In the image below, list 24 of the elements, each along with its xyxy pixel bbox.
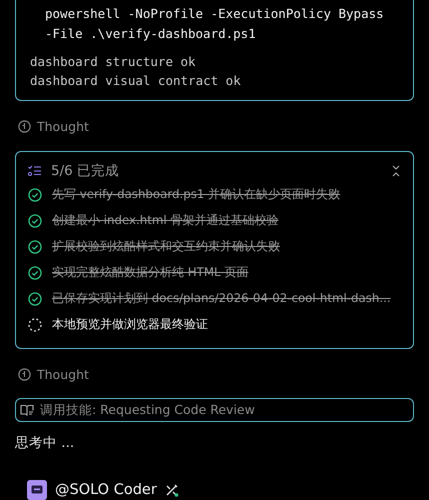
agent-name[interactable]: @SOLO Coder bbox=[55, 482, 157, 498]
todo-item: 创建最小 index.html 骨架并通过基础校验 bbox=[52, 212, 278, 229]
thought-label[interactable]: Thought bbox=[37, 119, 89, 134]
checklist-icon bbox=[28, 164, 41, 177]
thinking-status: 思考中 ... bbox=[15, 434, 76, 452]
book-icon bbox=[20, 404, 34, 416]
thought-icon bbox=[18, 120, 31, 134]
todo-item: 扩展校验到炫酷样式和交互约束并确认失败 bbox=[52, 238, 280, 255]
todo-item: 先写 verify-dashboard.ps1 并确认在缺少页面时失败 bbox=[52, 186, 340, 203]
output-line: dashboard visual contract ok bbox=[30, 72, 242, 90]
todo-item: 已保存实现计划到 docs/plans/2026-04-02-cool-html-dash... bbox=[52, 290, 391, 307]
thought-label[interactable]: Thought bbox=[37, 367, 89, 382]
robot-icon bbox=[27, 480, 47, 500]
thought-icon bbox=[18, 368, 31, 381]
todo-item: 实现完整炫酷数据分析纯 HTML 页面 bbox=[52, 264, 248, 281]
todo-item: 本地预览并做浏览器最终验证 bbox=[52, 316, 208, 333]
output-line: dashboard structure ok bbox=[30, 53, 197, 71]
collapse-icon[interactable] bbox=[391, 164, 401, 177]
todo-title: 5/6 已完成 bbox=[51, 162, 120, 180]
tools-icon bbox=[164, 482, 179, 497]
skill-call-label: 调用技能: Requesting Code Review bbox=[40, 402, 255, 419]
command-line: -File .\verify-dashboard.ps1 bbox=[44, 25, 257, 43]
command-line: powershell -NoProfile -ExecutionPolicy Bypass bbox=[44, 5, 385, 23]
skill-call-bar[interactable]: 调用技能: Requesting Code Review bbox=[15, 398, 414, 422]
